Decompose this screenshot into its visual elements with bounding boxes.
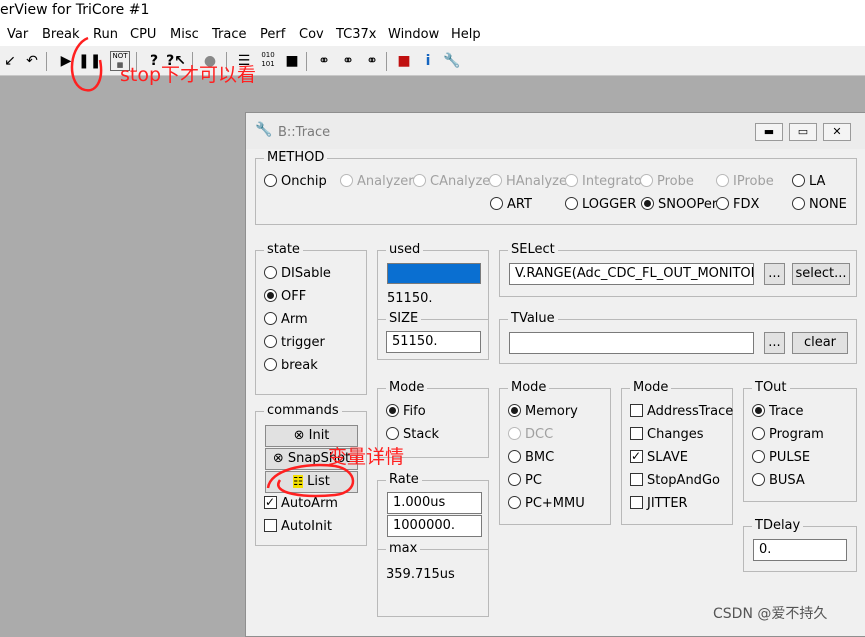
watermark: CSDN @爱不持久 (713, 606, 828, 622)
annotation-circle-pause (70, 36, 103, 92)
annotation-overlay (70, 36, 355, 498)
annotation-list-note: 变量详情 (328, 446, 405, 468)
annotation-stop-note: stop下才可以看 (120, 64, 257, 86)
annotation-circle-list (266, 463, 355, 498)
